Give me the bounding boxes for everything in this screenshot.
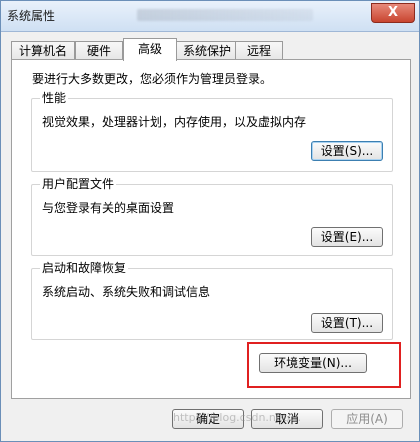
close-button[interactable]: X bbox=[371, 3, 415, 23]
user-profiles-description: 与您登录有关的桌面设置 bbox=[42, 201, 175, 215]
performance-group: 性能 视觉效果，处理器计划，内存使用，以及虚拟内存 设置(S)... bbox=[31, 91, 393, 172]
performance-settings-button[interactable]: 设置(S)... bbox=[311, 141, 383, 161]
watermark: https://blog.csdn.net/... bbox=[173, 411, 302, 424]
startup-recovery-description: 系统启动、系统失败和调试信息 bbox=[42, 285, 211, 299]
apply-button[interactable]: 应用(A) bbox=[331, 409, 403, 429]
window-title: 系统属性 bbox=[7, 9, 56, 23]
admin-note: 要进行大多数更改，您必须作为管理员登录。 bbox=[32, 72, 273, 86]
startup-recovery-settings-button[interactable]: 设置(T)... bbox=[311, 313, 383, 333]
user-profiles-group: 用户配置文件 与您登录有关的桌面设置 设置(E)... bbox=[31, 177, 393, 256]
tab-hardware[interactable]: 硬件 bbox=[75, 41, 123, 60]
tab-advanced[interactable]: 高级 bbox=[123, 38, 177, 61]
tab-remote[interactable]: 远程 bbox=[235, 41, 283, 60]
user-profiles-title: 用户配置文件 bbox=[40, 177, 117, 191]
environment-variables-button[interactable]: 环境变量(N)... bbox=[259, 353, 367, 373]
title-bar[interactable]: 系统属性 X bbox=[1, 1, 419, 32]
startup-recovery-group: 启动和故障恢复 系统启动、系统失败和调试信息 设置(T)... bbox=[31, 261, 393, 340]
user-profiles-settings-button[interactable]: 设置(E)... bbox=[311, 227, 383, 247]
tab-system-protection[interactable]: 系统保护 bbox=[175, 41, 239, 60]
blurred-title-area bbox=[137, 9, 313, 21]
tab-computer-name[interactable]: 计算机名 bbox=[11, 41, 75, 60]
close-icon: X bbox=[387, 5, 399, 20]
performance-title: 性能 bbox=[40, 91, 69, 105]
startup-recovery-title: 启动和故障恢复 bbox=[40, 261, 129, 275]
performance-description: 视觉效果，处理器计划，内存使用，以及虚拟内存 bbox=[42, 115, 307, 129]
advanced-tab-panel: 要进行大多数更改，您必须作为管理员登录。 性能 视觉效果，处理器计划，内存使用，… bbox=[11, 59, 411, 399]
system-properties-window: 系统属性 X 计算机名 硬件 高级 系统保护 远程 要进行大多数更改，您必须作为… bbox=[0, 0, 420, 442]
